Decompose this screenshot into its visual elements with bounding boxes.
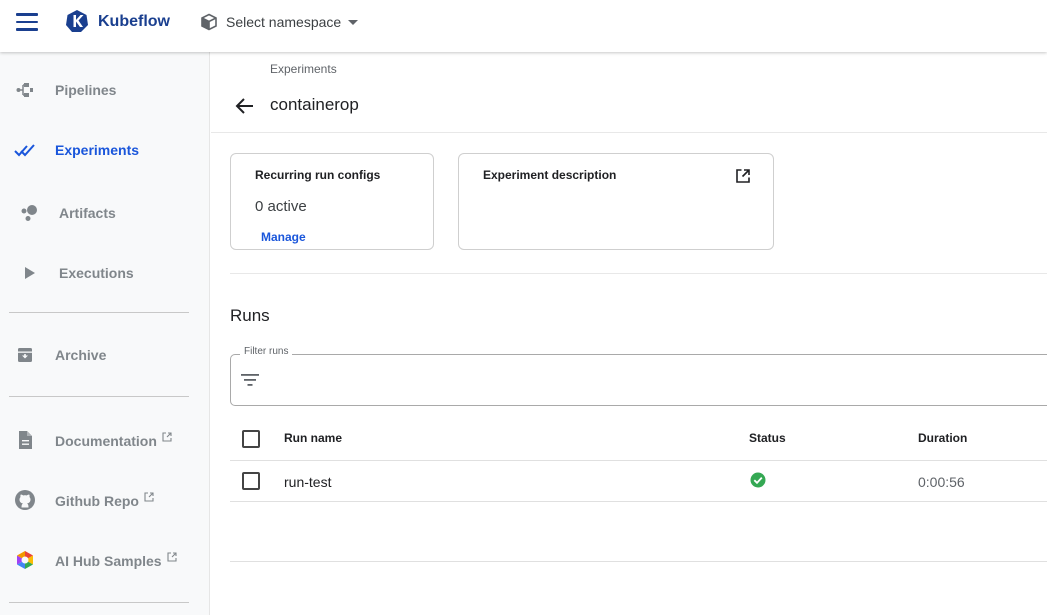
- sidebar-item-label: Experiments: [55, 142, 140, 158]
- sidebar-item-label: Artifacts: [59, 205, 116, 221]
- sidebar-item-executions[interactable]: Executions: [0, 253, 209, 293]
- sidebar-item-label: AI Hub Samples: [55, 552, 162, 569]
- sidebar-item-label-wrap: AI Hub Samples: [55, 551, 177, 569]
- active-count: 0 active: [255, 198, 307, 215]
- open-in-new-icon[interactable]: [735, 168, 751, 184]
- table-footer-divider: [230, 561, 1047, 562]
- github-icon: [14, 489, 36, 511]
- ai-hub-icon: [14, 549, 36, 571]
- namespace-select[interactable]: Select namespace: [200, 11, 359, 33]
- column-header-run-name[interactable]: Run name: [284, 431, 342, 445]
- external-link-icon: [167, 551, 177, 562]
- external-link-icon: [162, 431, 172, 442]
- namespace-label: Select namespace: [226, 14, 342, 30]
- table-divider: [230, 501, 1047, 502]
- sidebar: Pipelines Experiments Artifacts Executio…: [0, 52, 210, 615]
- archive-icon: [14, 344, 36, 366]
- table-divider: [230, 460, 1047, 461]
- app-name: Kubeflow: [98, 13, 170, 30]
- menu-icon[interactable]: [16, 13, 38, 31]
- sidebar-item-pipelines[interactable]: Pipelines: [0, 70, 209, 110]
- sidebar-item-label-wrap: Documentation: [55, 431, 172, 449]
- run-name-link[interactable]: run-test: [284, 474, 331, 490]
- divider: [230, 273, 1047, 274]
- runs-heading: Runs: [230, 306, 270, 325]
- filter-runs-label: Filter runs: [240, 346, 293, 357]
- kubeflow-logo-icon: [66, 10, 88, 32]
- card-title: Experiment description: [483, 168, 617, 182]
- row-checkbox[interactable]: [242, 472, 260, 490]
- sidebar-divider: [9, 396, 189, 397]
- page-title: containerop: [270, 95, 359, 114]
- sidebar-item-ai-hub-samples[interactable]: AI Hub Samples: [0, 540, 209, 580]
- document-icon: [14, 429, 36, 451]
- back-arrow-icon[interactable]: [234, 95, 256, 117]
- column-header-status[interactable]: Status: [749, 431, 786, 445]
- artifacts-icon: [18, 202, 40, 224]
- experiments-icon: [14, 139, 36, 161]
- cube-icon: [201, 13, 217, 31]
- sidebar-item-label: Pipelines: [55, 82, 117, 98]
- sidebar-divider: [9, 602, 189, 603]
- card-title: Recurring run configs: [255, 168, 381, 182]
- sidebar-item-label: Executions: [59, 265, 134, 281]
- top-bar: Kubeflow Select namespace: [0, 0, 1047, 52]
- column-header-duration[interactable]: Duration: [918, 431, 967, 445]
- filter-runs-input[interactable]: [270, 362, 1030, 398]
- success-check-icon: [750, 472, 766, 488]
- recurring-run-configs-card: Recurring run configs 0 active Manage: [230, 153, 434, 250]
- filter-list-icon: [241, 374, 259, 386]
- select-all-checkbox[interactable]: [242, 430, 260, 448]
- experiment-description-card: Experiment description: [458, 153, 774, 250]
- divider: [211, 132, 1047, 133]
- sidebar-item-label: Archive: [55, 347, 107, 363]
- sidebar-item-documentation[interactable]: Documentation: [0, 420, 209, 460]
- sidebar-item-github[interactable]: Github Repo: [0, 480, 209, 520]
- sidebar-item-artifacts[interactable]: Artifacts: [0, 193, 209, 233]
- play-icon: [18, 262, 40, 284]
- sidebar-item-archive[interactable]: Archive: [0, 335, 209, 375]
- sidebar-divider: [9, 312, 189, 313]
- external-link-icon: [144, 491, 154, 502]
- chevron-down-icon: [348, 19, 359, 25]
- breadcrumb[interactable]: Experiments: [270, 62, 337, 76]
- sidebar-item-label-wrap: Github Repo: [55, 491, 154, 509]
- sidebar-item-label: Github Repo: [55, 492, 139, 509]
- run-duration: 0:00:56: [918, 474, 965, 490]
- sidebar-item-experiments[interactable]: Experiments: [0, 130, 209, 170]
- manage-link[interactable]: Manage: [261, 230, 306, 244]
- sidebar-item-label: Documentation: [55, 432, 157, 449]
- pipelines-icon: [14, 79, 36, 101]
